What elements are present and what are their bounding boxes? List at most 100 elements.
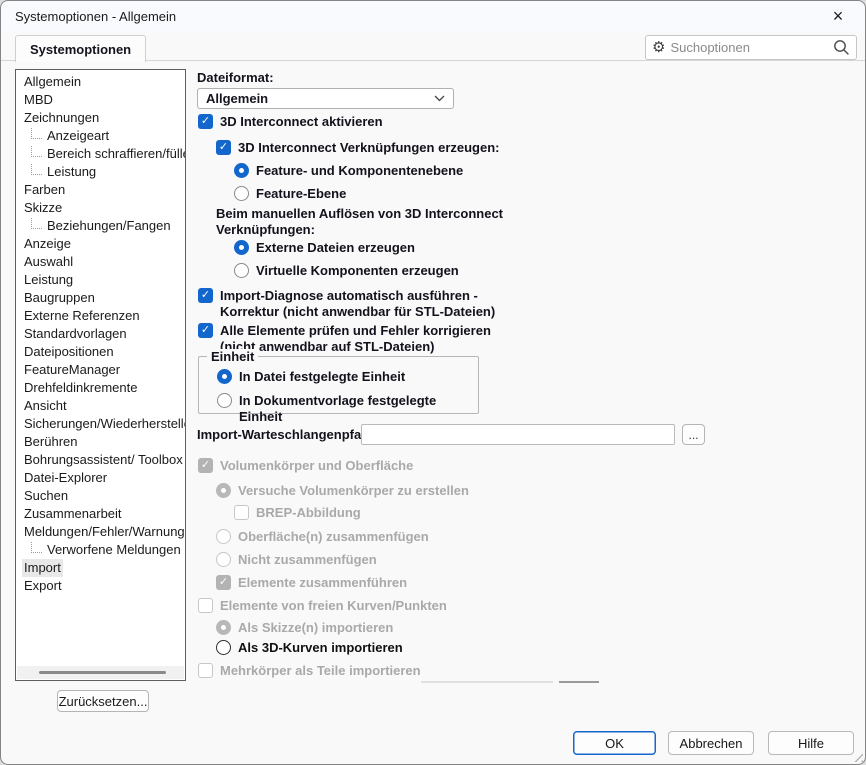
fileformat-dropdown[interactable]: Allgemein (197, 88, 454, 109)
sidebar-item-label: Drehfeldinkremente (22, 379, 139, 397)
radio-selected-icon[interactable] (217, 369, 232, 384)
sidebar-item-label: Beziehungen/Fangen (45, 217, 173, 235)
sidebar-item-beziehungen-fangen[interactable]: Beziehungen/Fangen (16, 217, 185, 235)
radio-als-3d-kurven[interactable]: Als 3D-Kurven importieren (216, 640, 403, 656)
reset-button[interactable]: Zurücksetzen... (57, 690, 149, 712)
checkbox-mehrkoerper: Mehrkörper als Teile importieren (198, 663, 421, 679)
close-icon: × (833, 6, 844, 27)
sidebar-item-skizze[interactable]: Skizze (16, 199, 185, 217)
ok-button[interactable]: OK (573, 731, 656, 755)
browse-button-label: ... (688, 428, 698, 442)
checkbox-import-diagnose[interactable]: ✓ Import-Diagnose automatisch ausführen … (198, 288, 498, 319)
sidebar-item-bereich-schraffieren-f-llen[interactable]: Bereich schraffieren/füllen (16, 145, 185, 163)
sidebar-item-label: MBD (22, 91, 55, 109)
radio-unselected-icon[interactable] (234, 186, 249, 201)
checkbox-checked-icon[interactable]: ✓ (198, 288, 213, 303)
sidebar-item-zeichnungen[interactable]: Zeichnungen (16, 109, 185, 127)
radio-unselected-icon[interactable] (216, 640, 231, 655)
sidebar-item-import[interactable]: Import (16, 559, 185, 577)
radio-label: Oberfläche(n) zusammenfügen (238, 529, 429, 545)
sidebar-item-externe-referenzen[interactable]: Externe Referenzen (16, 307, 185, 325)
checkbox-label: BREP-Abbildung (256, 505, 361, 521)
sidebar-item-suchen[interactable]: Suchen (16, 487, 185, 505)
cancel-button-label: Abbrechen (680, 736, 743, 751)
gear-icon[interactable]: ⚙ (652, 40, 665, 55)
radio-unselected-icon (216, 529, 231, 544)
scrollbar-thumb[interactable] (39, 671, 166, 674)
sidebar-item-label: Zeichnungen (22, 109, 101, 127)
radio-label: Versuche Volumenkörper zu erstellen (238, 483, 469, 499)
sidebar-item-anzeige[interactable]: Anzeige (16, 235, 185, 253)
queue-path-label: Import-Warteschlangenpfad: (197, 427, 373, 442)
sidebar-item-meldungen-fehler-warnungen[interactable]: Meldungen/Fehler/Warnungen (16, 523, 185, 541)
checkbox-checked-icon[interactable]: ✓ (198, 323, 213, 338)
fileformat-label: Dateiformat: (197, 70, 274, 85)
sidebar-item-verworfene-meldungen[interactable]: Verworfene Meldungen (16, 541, 185, 559)
search-input[interactable] (670, 40, 828, 55)
sidebar-item-baugruppen[interactable]: Baugruppen (16, 289, 185, 307)
radio-als-skizzen: Als Skizze(n) importieren (216, 620, 393, 636)
sidebar-item-export[interactable]: Export (16, 577, 185, 595)
dialog-title: Systemoptionen - Allgemein (15, 9, 176, 24)
horizontal-scrollbar[interactable] (17, 666, 184, 679)
sidebar-item-zusammenarbeit[interactable]: Zusammenarbeit (16, 505, 185, 523)
radio-selected-icon[interactable] (234, 163, 249, 178)
checkbox-checked-icon[interactable]: ✓ (216, 140, 231, 155)
radio-label: Als Skizze(n) importieren (238, 620, 393, 636)
sidebar-item-datei-explorer[interactable]: Datei-Explorer (16, 469, 185, 487)
sidebar-list: AllgemeinMBDZeichnungenAnzeigeartBereich… (16, 70, 185, 595)
sidebar-item-label: Zusammenarbeit (22, 505, 124, 523)
checkbox-label: Mehrkörper als Teile importieren (220, 663, 421, 679)
sidebar-item-leistung[interactable]: Leistung (16, 271, 185, 289)
sidebar-item-label: Allgemein (22, 73, 83, 91)
checkbox-interconnect-verknuepfungen[interactable]: ✓ 3D Interconnect Verknüpfungen erzeugen… (216, 140, 500, 156)
clipped-scrollbar-thumb (559, 681, 599, 683)
sidebar-item-ansicht[interactable]: Ansicht (16, 397, 185, 415)
checkbox-checked-icon: ✓ (198, 458, 213, 473)
sidebar-item-ber-hren[interactable]: Berühren (16, 433, 185, 451)
close-button[interactable]: × (821, 4, 855, 29)
radio-feature-ebene[interactable]: Feature-Ebene (234, 186, 346, 202)
checkbox-checked-icon[interactable]: ✓ (198, 114, 213, 129)
search-box[interactable]: ⚙ (645, 35, 857, 60)
sidebar-item-standardvorlagen[interactable]: Standardvorlagen (16, 325, 185, 343)
radio-in-dokumentvorlage[interactable]: In Dokumentvorlage festgelegte Einheit (217, 393, 478, 424)
sidebar-item-label: Externe Referenzen (22, 307, 142, 325)
browse-button[interactable]: ... (682, 424, 705, 445)
sidebar-item-label: Farben (22, 181, 67, 199)
tab-systemoptionen[interactable]: Systemoptionen (15, 35, 146, 62)
sidebar-item-featuremanager[interactable]: FeatureManager (16, 361, 185, 379)
radio-label: In Datei festgelegte Einheit (239, 369, 405, 385)
radio-label: Externe Dateien erzeugen (256, 240, 415, 256)
sidebar-item-mbd[interactable]: MBD (16, 91, 185, 109)
sidebar-item-label: Skizze (22, 199, 64, 217)
search-icon[interactable] (833, 39, 850, 56)
radio-unselected-icon[interactable] (217, 393, 232, 408)
queue-path-input[interactable] (361, 424, 675, 445)
checkbox-3d-interconnect[interactable]: ✓ 3D Interconnect aktivieren (198, 114, 383, 130)
sidebar-item-label: Meldungen/Fehler/Warnungen (22, 523, 185, 541)
sidebar-item-allgemein[interactable]: Allgemein (16, 73, 185, 91)
sidebar-item-drehfeldinkremente[interactable]: Drehfeldinkremente (16, 379, 185, 397)
radio-unselected-icon[interactable] (234, 263, 249, 278)
sidebar-item-auswahl[interactable]: Auswahl (16, 253, 185, 271)
sidebar-item-bohrungsassistent-toolbox[interactable]: Bohrungsassistent/ Toolbox (16, 451, 185, 469)
radio-in-datei[interactable]: In Datei festgelegte Einheit (217, 369, 405, 385)
radio-externe-dateien[interactable]: Externe Dateien erzeugen (234, 240, 415, 256)
sidebar-item-anzeigeart[interactable]: Anzeigeart (16, 127, 185, 145)
radio-feature-komponentenebene[interactable]: Feature- und Komponentenebene (234, 163, 463, 179)
sidebar-item-sicherungen-wiederherstellen[interactable]: Sicherungen/Wiederherstellen (16, 415, 185, 433)
title-bar: Systemoptionen - Allgemein × (1, 1, 865, 32)
sidebar-item-farben[interactable]: Farben (16, 181, 185, 199)
radio-label: Nicht zusammenfügen (238, 552, 377, 568)
checkbox-label: Volumenkörper und Oberfläche (220, 458, 413, 474)
cancel-button[interactable]: Abbrechen (668, 731, 754, 755)
radio-virtuelle-komponenten[interactable]: Virtuelle Komponenten erzeugen (234, 263, 459, 279)
sidebar-item-label: Suchen (22, 487, 70, 505)
sidebar-item-leistung[interactable]: Leistung (16, 163, 185, 181)
help-button[interactable]: Hilfe (768, 731, 854, 755)
checkbox-elemente-zusammenfuehren: ✓ Elemente zusammenführen (216, 575, 407, 591)
sidebar-item-dateipositionen[interactable]: Dateipositionen (16, 343, 185, 361)
tree-branch-icon (31, 128, 42, 139)
radio-selected-icon[interactable] (234, 240, 249, 255)
